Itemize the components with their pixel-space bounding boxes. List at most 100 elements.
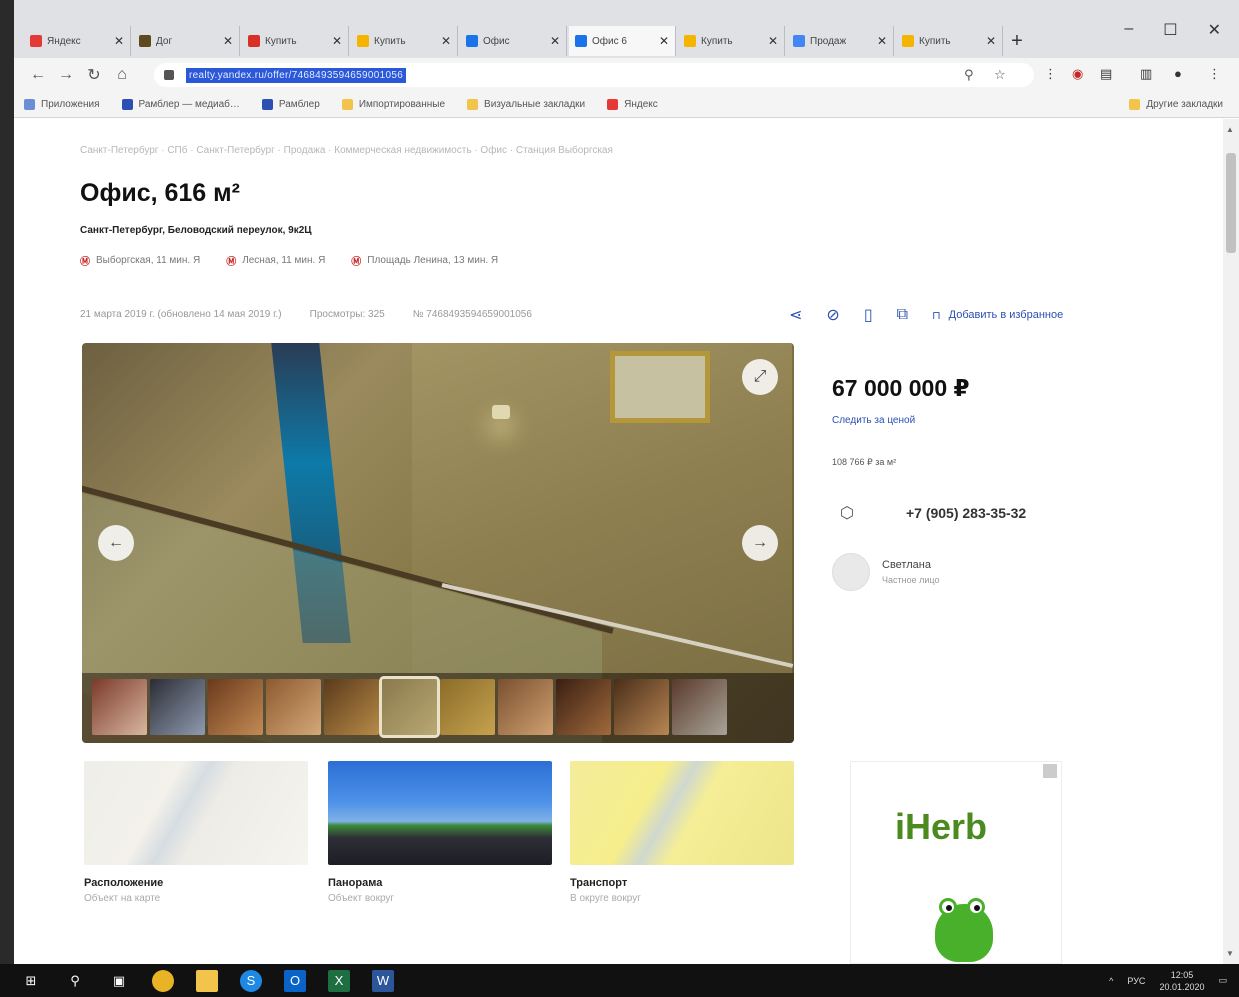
thumbnail[interactable]: [266, 679, 321, 735]
panorama-card[interactable]: Панорама Объект вокруг: [328, 761, 552, 904]
address-bar[interactable]: realty.yandex.ru/offer/74684935946590010…: [154, 63, 1034, 87]
page-scrollbar[interactable]: ▲ ▼: [1223, 119, 1239, 964]
tab[interactable]: Офис ✕: [460, 26, 567, 56]
note-icon[interactable]: ▯: [864, 305, 873, 325]
breadcrumb[interactable]: Санкт-Петербург · СПб · Санкт-Петербург …: [80, 145, 613, 156]
bookmarks-bar: Приложения Рамблер — медиаб… Рамблер Имп…: [14, 92, 1239, 118]
chrome-icon[interactable]: [152, 969, 174, 992]
back-icon[interactable]: ←: [24, 66, 52, 84]
tab[interactable]: Купить ✕: [678, 26, 785, 56]
extension-icon[interactable]: ▤: [1100, 66, 1112, 82]
thumbnail[interactable]: [440, 679, 495, 735]
tab[interactable]: Продаж ✕: [787, 26, 894, 56]
task-view-icon[interactable]: ▣: [108, 970, 130, 992]
bookmark-item[interactable]: Визуальные закладки: [467, 99, 585, 110]
forward-icon[interactable]: →: [52, 66, 80, 84]
metro-station[interactable]: Ⓜ Лесная, 11 мин. Я: [226, 253, 325, 268]
clock[interactable]: 12:05 20.01.2020: [1159, 969, 1204, 993]
star-icon[interactable]: ☆: [994, 67, 1006, 83]
close-icon[interactable]: ✕: [332, 34, 342, 48]
home-icon[interactable]: ⌂: [108, 66, 136, 84]
tab[interactable]: Дог ✕: [133, 26, 240, 56]
other-bookmarks[interactable]: Другие закладки: [1129, 99, 1223, 110]
close-icon[interactable]: ✕: [441, 34, 451, 48]
tab-strip: Яндекс ✕ Дог ✕ Купить ✕ Купить ✕ Офис ✕ Офис …: [0, 0, 1239, 58]
folder-icon: [341, 99, 353, 110]
watch-price-link[interactable]: Следить за ценой: [832, 415, 915, 426]
close-icon[interactable]: ✕: [768, 34, 778, 48]
scroll-thumb[interactable]: [1226, 153, 1236, 253]
bookmark-item[interactable]: Рамблер: [261, 99, 320, 110]
explorer-icon[interactable]: [196, 969, 218, 992]
url-text[interactable]: realty.yandex.ru/offer/74684935946590010…: [186, 67, 407, 83]
outlook-icon[interactable]: O: [284, 969, 306, 992]
photo-gallery[interactable]: ← → ⤢: [82, 343, 794, 743]
prev-photo-button[interactable]: ←: [98, 525, 134, 561]
map-card[interactable]: Расположение Объект на карте: [84, 761, 308, 904]
close-icon[interactable]: ✕: [550, 34, 560, 48]
photo-painting: [610, 351, 710, 423]
profile-icon[interactable]: ●: [1174, 66, 1182, 81]
start-icon[interactable]: ⊞: [20, 970, 42, 992]
maximize-icon[interactable]: ☐: [1163, 20, 1177, 40]
extension-icon[interactable]: ◉: [1072, 66, 1083, 82]
phone-number[interactable]: +7 (905) 283-35-32: [906, 505, 1026, 521]
metro-station[interactable]: Ⓜ Выборгская, 11 мин. Я: [80, 253, 200, 268]
thumbnail[interactable]: [498, 679, 553, 735]
close-icon[interactable]: ✕: [223, 34, 233, 48]
bookmark-item[interactable]: Приложения: [24, 99, 100, 110]
fullscreen-button[interactable]: ⤢: [742, 359, 778, 395]
language-indicator[interactable]: РУС: [1127, 976, 1145, 986]
close-icon[interactable]: ✕: [114, 34, 124, 48]
tab[interactable]: Купить ✕: [351, 26, 458, 56]
ad-banner[interactable]: iHerb: [850, 761, 1062, 964]
extension-icon[interactable]: ▥: [1140, 66, 1152, 82]
tray-chevron-icon[interactable]: ^: [1109, 976, 1113, 986]
bookmark-item[interactable]: Яндекс: [607, 99, 658, 110]
close-window-icon[interactable]: ✕: [1208, 20, 1221, 40]
minimize-icon[interactable]: –: [1124, 20, 1133, 40]
reload-icon[interactable]: ↻: [80, 65, 108, 85]
thumbnail[interactable]: [614, 679, 669, 735]
thumbnail[interactable]: [324, 679, 379, 735]
new-tab-button[interactable]: +: [1005, 26, 1029, 56]
hide-icon[interactable]: ⊘: [826, 305, 839, 325]
extension-icon[interactable]: ⋮: [1044, 66, 1057, 82]
thumbnail-selected[interactable]: [379, 676, 440, 738]
close-icon[interactable]: ✕: [986, 34, 996, 48]
scroll-down-icon[interactable]: ▼: [1226, 949, 1234, 958]
close-icon[interactable]: ✕: [877, 34, 887, 48]
bookmark-item[interactable]: Импортированные: [341, 99, 445, 110]
close-icon[interactable]: ✕: [659, 34, 669, 48]
ad-close-icon[interactable]: [1043, 764, 1057, 778]
view-count: Просмотры: 325: [309, 309, 385, 320]
tab-active[interactable]: Офис 6 ✕: [569, 26, 676, 56]
thumbnail[interactable]: [150, 679, 205, 735]
notifications-icon[interactable]: ▭: [1218, 975, 1227, 986]
metro-station[interactable]: Ⓜ Площадь Ленина, 13 мин. Я: [351, 253, 498, 268]
excel-icon[interactable]: X: [328, 969, 350, 992]
add-to-favorites-button[interactable]: ⊓ Добавить в избранное: [932, 309, 1063, 322]
skype-icon[interactable]: S: [240, 969, 262, 992]
favicon-icon: [575, 35, 587, 47]
tab[interactable]: Купить ✕: [896, 26, 1003, 56]
thumbnail[interactable]: [208, 679, 263, 735]
scroll-up-icon[interactable]: ▲: [1226, 125, 1234, 134]
zoom-icon[interactable]: ⚲: [964, 67, 974, 83]
search-icon[interactable]: ⚲: [64, 970, 86, 992]
share-icon[interactable]: ⋖: [789, 305, 802, 325]
menu-icon[interactable]: ⋮: [1208, 66, 1221, 82]
thumbnail[interactable]: [92, 679, 147, 735]
word-icon[interactable]: W: [372, 969, 394, 992]
next-photo-button[interactable]: →: [742, 525, 778, 561]
compare-icon[interactable]: ⧉: [897, 306, 908, 324]
tab[interactable]: Яндекс ✕: [24, 26, 131, 56]
bookmark-item[interactable]: Рамблер — медиаб…: [121, 99, 240, 110]
transport-card[interactable]: Транспорт В округе вокруг: [570, 761, 794, 904]
tab[interactable]: Купить ✕: [242, 26, 349, 56]
thumbnail[interactable]: [672, 679, 727, 735]
bookmark-icon: ⊓: [932, 309, 941, 322]
thumbnail[interactable]: [556, 679, 611, 735]
frog-mascot-icon: [935, 898, 993, 962]
page-title: Офис, 616 м²: [80, 179, 240, 207]
